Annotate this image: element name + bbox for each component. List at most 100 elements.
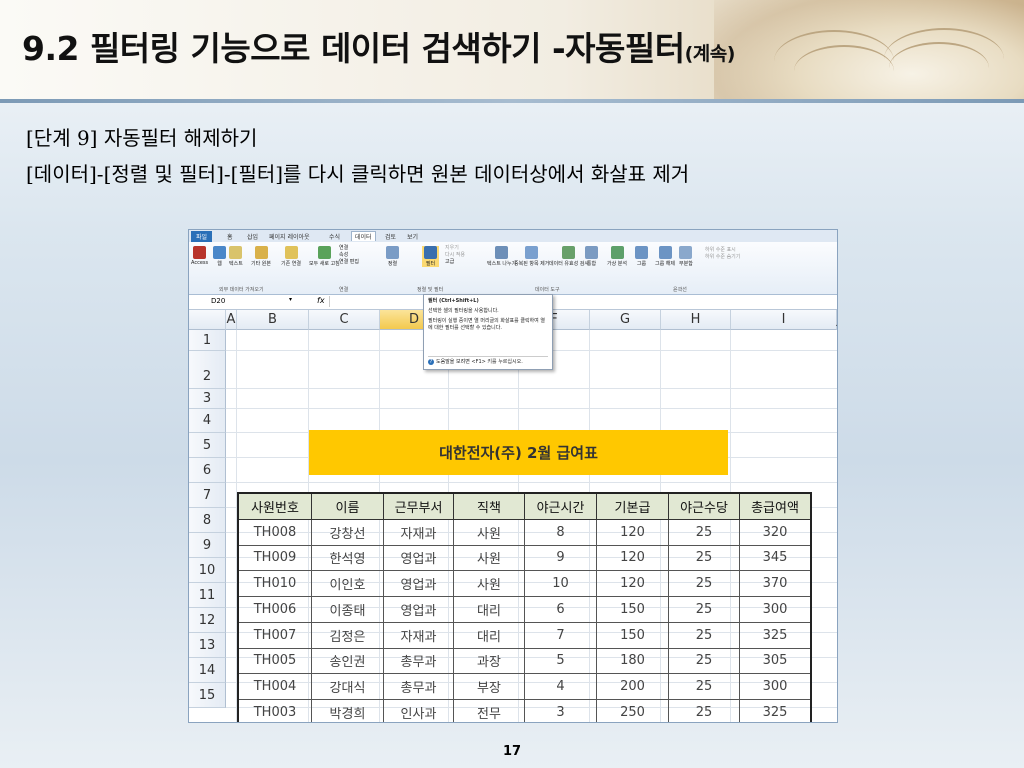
table-cell[interactable]: 박경희 bbox=[311, 699, 384, 722]
table-cell[interactable]: 대리 bbox=[453, 621, 525, 649]
row-header-13[interactable]: 13 bbox=[189, 633, 226, 658]
table-cell[interactable]: 300 bbox=[739, 596, 812, 623]
what-if-button[interactable]: 가상 분석 bbox=[607, 246, 627, 267]
table-cell[interactable]: 305 bbox=[739, 647, 812, 675]
table-cell[interactable]: 부장 bbox=[453, 673, 525, 700]
web-button[interactable]: 웹 bbox=[213, 246, 226, 267]
table-cell[interactable]: 전무 bbox=[453, 699, 525, 722]
row-header-1[interactable]: 1 bbox=[189, 330, 226, 351]
column-header-g[interactable]: G bbox=[590, 310, 661, 330]
column-header-b[interactable]: B bbox=[237, 310, 309, 330]
remove-duplicates-button[interactable]: 중복된 항목 제거 bbox=[514, 246, 549, 267]
column-header-i[interactable]: I bbox=[731, 310, 837, 330]
table-cell[interactable]: 대리 bbox=[453, 596, 525, 623]
table-header-cell[interactable]: 야근수당 bbox=[668, 492, 740, 520]
text-to-columns-button[interactable]: 텍스트 나누기 bbox=[487, 246, 516, 267]
table-cell[interactable]: 이종태 bbox=[311, 596, 384, 623]
filter-small-items[interactable]: 지우기 다시 적용 고급 bbox=[445, 244, 465, 265]
row-header-2[interactable]: 2 bbox=[189, 351, 226, 389]
row-header-14[interactable]: 14 bbox=[189, 658, 226, 683]
table-header-cell[interactable]: 직책 bbox=[453, 492, 525, 520]
table-cell[interactable]: 사원 bbox=[453, 518, 525, 546]
table-cell[interactable]: 총무과 bbox=[383, 647, 454, 675]
table-cell[interactable]: 25 bbox=[668, 647, 740, 675]
ungroup-button[interactable]: 그룹 해제 bbox=[655, 246, 675, 267]
column-header-j[interactable]: J bbox=[837, 310, 838, 330]
table-cell[interactable]: 150 bbox=[596, 621, 669, 649]
row-header-7[interactable]: 7 bbox=[189, 483, 226, 508]
table-cell[interactable]: 325 bbox=[739, 621, 812, 649]
table-cell[interactable]: 한석영 bbox=[311, 544, 384, 572]
namebox-dropdown-icon[interactable]: ▾ bbox=[289, 296, 292, 303]
tab-view[interactable]: 보기 bbox=[407, 232, 418, 241]
data-validation-button[interactable]: 데이터 유효성 검사 bbox=[549, 246, 589, 267]
table-cell[interactable]: 325 bbox=[739, 699, 812, 722]
table-cell[interactable]: 120 bbox=[596, 570, 669, 597]
row-header-9[interactable]: 9 bbox=[189, 533, 226, 558]
text-button[interactable]: 텍스트 bbox=[229, 246, 243, 267]
tab-file[interactable]: 파일 bbox=[191, 231, 213, 242]
table-cell[interactable]: 총무과 bbox=[383, 673, 454, 700]
table-cell[interactable]: TH007 bbox=[237, 621, 312, 649]
tab-review[interactable]: 검토 bbox=[385, 232, 396, 241]
worksheet[interactable]: ABCDEFGHIJ 123456789101112131415 대한전자(주)… bbox=[189, 310, 837, 722]
column-header-a[interactable]: A bbox=[226, 310, 237, 330]
table-cell[interactable]: 200 bbox=[596, 673, 669, 700]
title-banner-cell[interactable]: 대한전자(주) 2월 급여표 bbox=[309, 430, 728, 475]
column-header-h[interactable]: H bbox=[661, 310, 731, 330]
tab-data[interactable]: 데이터 bbox=[351, 231, 376, 241]
table-cell[interactable]: 9 bbox=[524, 544, 597, 572]
table-cell[interactable]: 25 bbox=[668, 621, 740, 649]
sort-button[interactable]: 정렬 bbox=[386, 246, 399, 267]
table-header-cell[interactable]: 근무부서 bbox=[383, 492, 454, 520]
outline-small-items[interactable]: 하위 수준 표시 하위 수준 숨기기 bbox=[705, 246, 740, 260]
access-button[interactable]: Access bbox=[191, 246, 208, 266]
table-cell[interactable]: 4 bbox=[524, 673, 597, 700]
row-header-3[interactable]: 3 bbox=[189, 389, 226, 409]
tab-insert[interactable]: 삽입 bbox=[247, 232, 258, 241]
filter-button[interactable]: 필터 bbox=[422, 246, 439, 267]
consolidate-button[interactable]: 통합 bbox=[585, 246, 598, 267]
table-cell[interactable]: 6 bbox=[524, 596, 597, 623]
table-cell[interactable]: 송인권 bbox=[311, 647, 384, 675]
column-header-c[interactable]: C bbox=[309, 310, 380, 330]
row-header-5[interactable]: 5 bbox=[189, 433, 226, 458]
table-cell[interactable]: 370 bbox=[739, 570, 812, 597]
connection-small-items[interactable]: 연결 속성 연결 편집 bbox=[339, 244, 359, 265]
table-cell[interactable]: 120 bbox=[596, 518, 669, 546]
table-header-cell[interactable]: 사원번호 bbox=[237, 492, 312, 520]
existing-connections-button[interactable]: 기존 연결 bbox=[281, 246, 301, 267]
tab-formulas[interactable]: 수식 bbox=[329, 232, 340, 241]
name-box[interactable]: D20 bbox=[211, 297, 281, 306]
subtotal-button[interactable]: 부분합 bbox=[679, 246, 693, 267]
row-header-6[interactable]: 6 bbox=[189, 458, 226, 483]
table-cell[interactable]: 180 bbox=[596, 647, 669, 675]
table-header-cell[interactable]: 총급여액 bbox=[739, 492, 812, 520]
table-cell[interactable]: 320 bbox=[739, 518, 812, 546]
table-cell[interactable]: 과장 bbox=[453, 647, 525, 675]
table-header-cell[interactable]: 야근시간 bbox=[524, 492, 597, 520]
formula-input[interactable] bbox=[329, 296, 837, 307]
row-header-8[interactable]: 8 bbox=[189, 508, 226, 533]
table-cell[interactable]: TH009 bbox=[237, 544, 312, 572]
table-cell[interactable]: 25 bbox=[668, 699, 740, 722]
table-header-cell[interactable]: 이름 bbox=[311, 492, 384, 520]
table-header-cell[interactable]: 기본급 bbox=[596, 492, 669, 520]
row-header-12[interactable]: 12 bbox=[189, 608, 226, 633]
table-cell[interactable]: TH004 bbox=[237, 673, 312, 700]
table-cell[interactable]: 사원 bbox=[453, 544, 525, 572]
other-sources-button[interactable]: 기타 원본 bbox=[251, 246, 271, 267]
table-cell[interactable]: 25 bbox=[668, 544, 740, 572]
group-button[interactable]: 그룹 bbox=[635, 246, 648, 267]
table-cell[interactable]: 250 bbox=[596, 699, 669, 722]
table-cell[interactable]: 25 bbox=[668, 518, 740, 546]
table-cell[interactable]: 25 bbox=[668, 570, 740, 597]
row-header-11[interactable]: 11 bbox=[189, 583, 226, 608]
refresh-all-button[interactable]: 모두 새로 고침 bbox=[309, 246, 340, 267]
table-cell[interactable]: 김정은 bbox=[311, 621, 384, 649]
table-cell[interactable]: TH003 bbox=[237, 699, 312, 722]
table-cell[interactable]: 영업과 bbox=[383, 596, 454, 623]
table-cell[interactable]: 영업과 bbox=[383, 570, 454, 597]
table-cell[interactable]: TH006 bbox=[237, 596, 312, 623]
table-cell[interactable]: 8 bbox=[524, 518, 597, 546]
